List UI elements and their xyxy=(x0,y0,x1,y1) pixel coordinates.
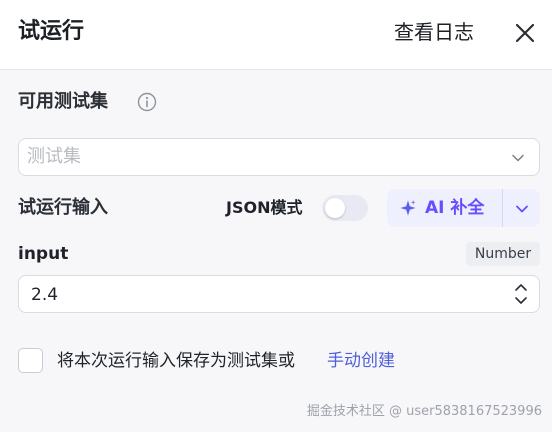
ai-complete-group: AI 补全 xyxy=(387,189,540,227)
test-set-label: 可用测试集 xyxy=(18,91,108,112)
test-set-select[interactable]: 测试集 xyxy=(18,138,540,176)
run-input-label: 试运行输入 xyxy=(18,197,108,218)
input-value: 2.4 xyxy=(31,285,59,305)
input-number-field[interactable]: 2.4 xyxy=(18,275,540,313)
close-icon xyxy=(515,23,535,43)
sparkle-icon xyxy=(400,200,416,216)
type-badge: Number xyxy=(466,242,540,266)
chevron-down-icon xyxy=(512,154,524,162)
save-as-test-set-checkbox[interactable] xyxy=(18,348,43,373)
test-set-placeholder: 测试集 xyxy=(27,146,81,167)
ai-options-dropdown[interactable] xyxy=(503,189,540,227)
save-as-test-set-label: 将本次运行输入保存为测试集或 xyxy=(57,351,295,371)
info-icon[interactable] xyxy=(137,92,157,112)
ai-complete-label: AI 补全 xyxy=(425,198,485,218)
close-button[interactable] xyxy=(512,20,538,46)
manual-create-link[interactable]: 手动创建 xyxy=(327,348,395,374)
view-log-button[interactable]: 查看日志 xyxy=(394,17,474,47)
page-title: 试运行 xyxy=(18,19,85,44)
watermark: 掘金技术社区 @ user5838167523996 xyxy=(306,404,542,419)
panel-header: 试运行 查看日志 xyxy=(0,0,552,70)
json-mode-label: JSON模式 xyxy=(226,198,303,217)
stepper-arrows-icon xyxy=(515,284,527,304)
number-stepper[interactable] xyxy=(513,279,529,309)
toggle-knob xyxy=(325,198,345,218)
ai-complete-button[interactable]: AI 补全 xyxy=(387,189,502,227)
json-mode-toggle[interactable] xyxy=(322,195,368,221)
input-field-label: input xyxy=(18,244,69,264)
chevron-down-icon xyxy=(516,205,528,213)
